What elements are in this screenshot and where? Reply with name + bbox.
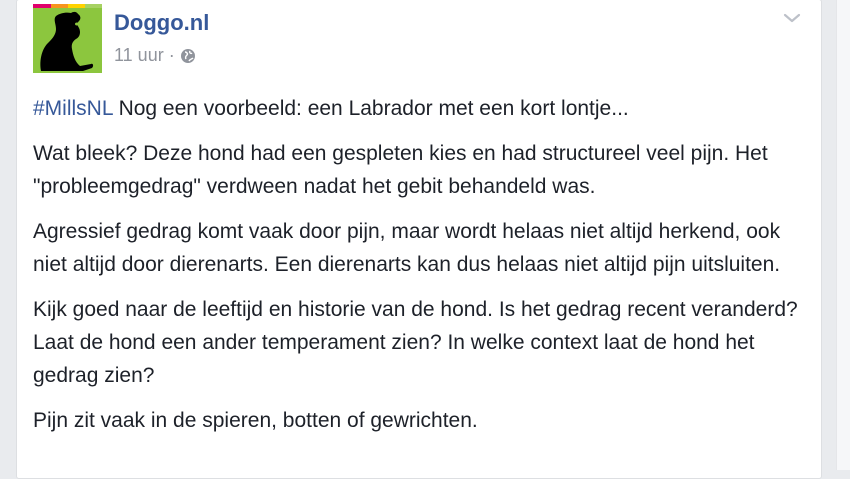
meta-separator: · bbox=[168, 45, 175, 65]
post-meta: 11 uur · bbox=[114, 45, 196, 66]
post-timestamp[interactable]: 11 uur bbox=[114, 45, 164, 66]
logo-bar-pink bbox=[33, 4, 51, 8]
post-paragraph: Agressief gedrag komt vaak door pijn, ma… bbox=[33, 220, 781, 276]
post-paragraph: Pijn zit vaak in de spieren, botten of g… bbox=[33, 409, 478, 432]
logo-bar-green bbox=[85, 4, 102, 8]
hashtag-link[interactable]: #MillsNL bbox=[33, 97, 113, 120]
logo-bar-orange bbox=[51, 4, 68, 8]
chevron-down-icon[interactable] bbox=[781, 8, 803, 28]
page-avatar[interactable] bbox=[33, 4, 102, 73]
intro-text: Nog een voorbeeld: een Labrador met een … bbox=[112, 97, 629, 120]
dog-logo-icon bbox=[40, 11, 94, 72]
post-intro-paragraph: #MillsNL Nog een voorbeeld: een Labrador… bbox=[33, 92, 803, 125]
scrollbar-track[interactable] bbox=[836, 0, 850, 470]
page-name[interactable]: Doggo.nl bbox=[114, 10, 209, 36]
globe-icon[interactable] bbox=[180, 48, 196, 64]
post-paragraph: Wat bleek? Deze hond had een gespleten k… bbox=[33, 142, 768, 198]
logo-bar-yellow bbox=[68, 4, 85, 8]
post-paragraph: Kijk goed naar de leeftijd en historie v… bbox=[33, 298, 798, 387]
post-text: #MillsNL Nog een voorbeeld: een Labrador… bbox=[33, 92, 803, 449]
